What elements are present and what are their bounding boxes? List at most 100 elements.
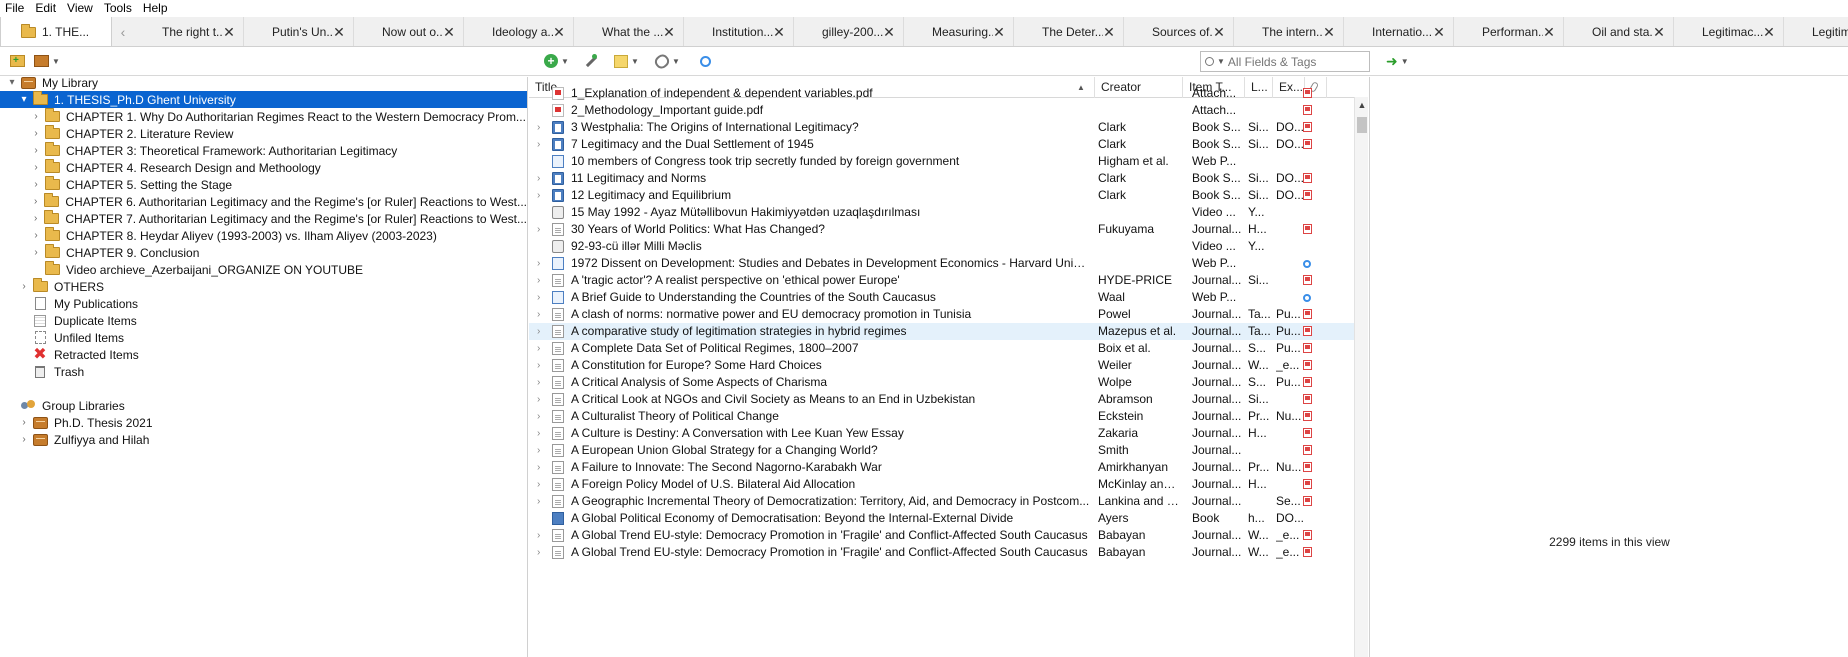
collection-row[interactable]: › OTHERS xyxy=(0,278,527,295)
tab-item[interactable]: Performan... ✕ xyxy=(1454,17,1564,46)
chevron-right-icon[interactable]: › xyxy=(30,128,42,139)
locate-button[interactable]: ➜ ▼ xyxy=(1386,52,1409,70)
items-scrollbar[interactable]: ▲ xyxy=(1354,97,1368,657)
chevron-down-icon[interactable]: ▾ xyxy=(18,94,30,105)
chevron-right-icon[interactable]: › xyxy=(537,136,540,153)
close-icon[interactable]: ✕ xyxy=(663,24,675,41)
tab-item[interactable]: Putin's Un... ✕ xyxy=(244,17,354,46)
close-icon[interactable]: ✕ xyxy=(1103,24,1115,41)
chevron-right-icon[interactable]: › xyxy=(537,425,540,442)
tab-item[interactable]: The Deter... ✕ xyxy=(1014,17,1124,46)
scroll-up-icon[interactable]: ▲ xyxy=(1355,97,1369,113)
tab-item[interactable]: gilley-200... ✕ xyxy=(794,17,904,46)
chevron-right-icon[interactable]: › xyxy=(537,187,540,204)
close-icon[interactable]: ✕ xyxy=(443,24,455,41)
close-icon[interactable]: ✕ xyxy=(1653,24,1665,41)
chevron-right-icon[interactable]: › xyxy=(537,119,540,136)
collection-row[interactable]: Group Libraries xyxy=(0,397,527,414)
pdf-attachment-icon[interactable] xyxy=(1303,462,1312,472)
scrollbar-thumb[interactable] xyxy=(1357,117,1367,133)
pdf-attachment-icon[interactable] xyxy=(1303,224,1312,234)
table-row[interactable]: › A 'tragic actor'? A realist perspective… xyxy=(529,272,1354,289)
pdf-attachment-icon[interactable] xyxy=(1303,343,1312,353)
menu-help[interactable]: Help xyxy=(138,0,174,17)
collection-row[interactable]: › CHAPTER 7. Authoritarian Legitimacy and… xyxy=(0,210,527,227)
close-icon[interactable]: ✕ xyxy=(773,24,785,41)
table-row[interactable]: › A Foreign Policy Model of U.S. Bilatera… xyxy=(529,476,1354,493)
table-row[interactable]: › 7 Legitimacy and the Dual Settlement of… xyxy=(529,136,1354,153)
table-row[interactable]: › 3 Westphalia: The Origins of Internatio… xyxy=(529,119,1354,136)
close-icon[interactable]: ✕ xyxy=(553,24,565,41)
menu-tools[interactable]: Tools xyxy=(99,0,138,17)
collection-row[interactable]: › CHAPTER 3: Theoretical Framework: Autho… xyxy=(0,142,527,159)
chevron-right-icon[interactable]: › xyxy=(30,213,42,224)
table-row[interactable]: › A Global Trend EU-style: Democracy Prom… xyxy=(529,544,1354,561)
tab-item[interactable]: The right t... ✕ xyxy=(134,17,244,46)
menu-file[interactable]: File xyxy=(0,0,30,17)
add-by-identifier-button[interactable] xyxy=(584,52,598,70)
chevron-right-icon[interactable]: › xyxy=(537,221,540,238)
table-row[interactable]: › A Critical Look at NGOs and Civil Socie… xyxy=(529,391,1354,408)
table-row[interactable]: › A comparative study of legitimation str… xyxy=(529,323,1354,340)
collection-row[interactable]: › CHAPTER 2. Literature Review xyxy=(0,125,527,142)
advanced-search-button[interactable] xyxy=(700,52,711,70)
tab-item[interactable]: Sources of... ✕ xyxy=(1124,17,1234,46)
chevron-right-icon[interactable]: › xyxy=(30,162,42,173)
table-row[interactable]: › A Failure to Innovate: The Second Nagor… xyxy=(529,459,1354,476)
chevron-right-icon[interactable]: › xyxy=(537,357,540,374)
table-row[interactable]: › A Geographic Incremental Theory of Demo… xyxy=(529,493,1354,510)
chevron-right-icon[interactable]: › xyxy=(537,306,540,323)
collection-row[interactable]: › CHAPTER 6. Authoritarian Legitimacy and… xyxy=(0,193,527,210)
table-row[interactable]: › A Complete Data Set of Political Regime… xyxy=(529,340,1354,357)
chevron-right-icon[interactable]: › xyxy=(537,408,540,425)
add-attachment-button[interactable]: ▼ xyxy=(652,51,680,71)
collection-row[interactable]: › CHAPTER 9. Conclusion xyxy=(0,244,527,261)
table-row[interactable]: › A Constitution for Europe? Some Hard Ch… xyxy=(529,357,1354,374)
chevron-right-icon[interactable]: › xyxy=(537,289,540,306)
chevron-right-icon[interactable]: › xyxy=(537,544,540,561)
table-row[interactable]: › A Brief Guide to Understanding the Coun… xyxy=(529,289,1354,306)
search-field[interactable]: ▼ xyxy=(1200,51,1370,72)
chevron-right-icon[interactable]: › xyxy=(537,255,540,272)
pdf-attachment-icon[interactable] xyxy=(1303,377,1312,387)
pdf-attachment-icon[interactable] xyxy=(1303,326,1312,336)
tab-item[interactable]: Now out o... ✕ xyxy=(354,17,464,46)
tab-item[interactable]: Institution... ✕ xyxy=(684,17,794,46)
collection-row[interactable]: ✖ Retracted Items xyxy=(0,346,527,363)
pdf-attachment-icon[interactable] xyxy=(1303,496,1312,506)
pdf-attachment-icon[interactable] xyxy=(1303,309,1312,319)
pdf-attachment-icon[interactable] xyxy=(1303,479,1312,489)
table-row[interactable]: › A Culturalist Theory of Political Chang… xyxy=(529,408,1354,425)
table-row[interactable]: › A Critical Analysis of Some Aspects of … xyxy=(529,374,1354,391)
chevron-right-icon[interactable]: › xyxy=(18,417,30,428)
pdf-attachment-icon[interactable] xyxy=(1303,360,1312,370)
close-icon[interactable]: ✕ xyxy=(223,24,235,41)
chevron-right-icon[interactable]: › xyxy=(537,170,540,187)
pdf-attachment-icon[interactable] xyxy=(1303,428,1312,438)
chevron-right-icon[interactable]: › xyxy=(30,196,42,207)
collection-row[interactable]: ▾ 1. THESIS_Ph.D Ghent University xyxy=(0,91,527,108)
tab-item[interactable]: Legitimac... ✕ xyxy=(1674,17,1784,46)
pdf-attachment-icon[interactable] xyxy=(1303,105,1312,115)
pdf-attachment-icon[interactable] xyxy=(1303,411,1312,421)
chevron-right-icon[interactable]: › xyxy=(18,281,30,292)
chevron-right-icon[interactable]: › xyxy=(30,230,42,241)
table-row[interactable]: 10 members of Congress took trip secretl… xyxy=(529,153,1354,170)
new-collection-button[interactable]: + xyxy=(10,52,25,70)
chevron-right-icon[interactable]: › xyxy=(30,247,42,258)
close-icon[interactable]: ✕ xyxy=(1763,24,1775,41)
collection-row[interactable]: › Ph.D. Thesis 2021 xyxy=(0,414,527,431)
chevron-right-icon[interactable]: › xyxy=(537,476,540,493)
collection-row[interactable]: My Publications xyxy=(0,295,527,312)
chevron-right-icon[interactable]: › xyxy=(30,145,42,156)
table-row[interactable]: 1_Explanation of independent & dependent… xyxy=(529,85,1354,102)
table-row[interactable]: › 11 Legitimacy and Norms Clark Book S... Si… xyxy=(529,170,1354,187)
search-mode-chevron-icon[interactable]: ▼ xyxy=(1217,57,1225,66)
close-icon[interactable]: ✕ xyxy=(883,24,895,41)
chevron-right-icon[interactable]: › xyxy=(537,442,540,459)
collection-row[interactable]: › CHAPTER 4. Research Design and Methoolo… xyxy=(0,159,527,176)
chevron-right-icon[interactable]: › xyxy=(537,493,540,510)
tab-item[interactable]: Oil and sta... ✕ xyxy=(1564,17,1674,46)
web-link-icon[interactable] xyxy=(1303,260,1311,268)
table-row[interactable]: › A European Union Global Strategy for a … xyxy=(529,442,1354,459)
